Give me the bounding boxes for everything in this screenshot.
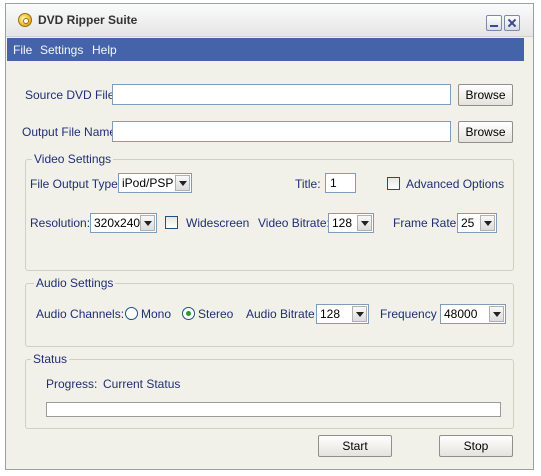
audio-bitrate-label: Audio Bitrate	[246, 307, 315, 321]
mono-radio[interactable]	[125, 307, 138, 320]
window-title: DVD Ripper Suite	[38, 13, 138, 27]
frequency-value: 48000	[444, 307, 478, 321]
video-bitrate-select[interactable]: 128	[328, 213, 374, 233]
audio-bitrate-value: 128	[320, 307, 341, 321]
video-bitrate-label: Video Bitrate:	[258, 216, 330, 230]
chevron-down-icon[interactable]	[489, 306, 504, 322]
chevron-down-icon[interactable]	[140, 215, 155, 231]
frame-rate-label: Frame Rate:	[393, 216, 460, 230]
start-button[interactable]: Start	[318, 435, 392, 457]
progress-label: Progress:	[46, 377, 98, 391]
app-window: DVD Ripper Suite File Settings Help Sour…	[5, 3, 534, 470]
output-type-label: File Output Type	[30, 177, 118, 191]
output-browse-button[interactable]: Browse	[458, 121, 513, 143]
stereo-label: Stereo	[198, 307, 234, 321]
chevron-down-icon[interactable]	[175, 175, 190, 191]
output-file-input[interactable]	[112, 121, 451, 142]
video-bitrate-value: 128	[332, 216, 353, 230]
chevron-down-icon[interactable]	[352, 306, 367, 322]
status-heading: Status	[31, 352, 70, 366]
title-bar[interactable]: DVD Ripper Suite	[6, 4, 533, 37]
stereo-radio[interactable]	[182, 307, 195, 320]
dvd-disc-icon	[18, 13, 32, 27]
output-type-value: iPod/PSP	[122, 176, 174, 190]
widescreen-checkbox[interactable]	[165, 216, 178, 229]
source-browse-button[interactable]: Browse	[458, 84, 513, 106]
menu-file[interactable]: File	[13, 43, 32, 57]
frequency-select[interactable]: 48000	[440, 304, 506, 324]
resolution-select[interactable]: 320x240	[90, 213, 157, 233]
title-number-input[interactable]: 1	[325, 173, 356, 193]
advanced-options-label: Advanced Options	[406, 177, 505, 191]
video-settings-heading: Video Settings	[32, 152, 114, 166]
output-type-select[interactable]: iPod/PSP	[118, 173, 192, 193]
source-dvd-label: Source DVD File	[25, 88, 115, 102]
frame-rate-select[interactable]: 25	[457, 213, 497, 233]
minimize-button[interactable]	[486, 15, 502, 31]
menu-help[interactable]: Help	[92, 43, 117, 57]
stop-button[interactable]: Stop	[439, 435, 513, 457]
source-dvd-input[interactable]	[112, 84, 451, 105]
menu-settings[interactable]: Settings	[40, 43, 83, 57]
frame-rate-value: 25	[461, 216, 475, 230]
progress-bar	[46, 402, 501, 417]
chevron-down-icon[interactable]	[357, 215, 372, 231]
status-group	[25, 359, 514, 429]
audio-bitrate-select[interactable]: 128	[316, 304, 369, 324]
title-label: Title:	[295, 177, 321, 191]
frequency-label: Frequency	[380, 307, 437, 321]
current-status-text: Current Status	[103, 377, 181, 391]
resolution-value: 320x240	[94, 216, 141, 230]
mono-label: Mono	[141, 307, 172, 321]
widescreen-label: Widescreen	[186, 216, 250, 230]
chevron-down-icon[interactable]	[480, 215, 495, 231]
close-button[interactable]	[504, 15, 520, 31]
audio-settings-heading: Audio Settings	[34, 276, 116, 290]
menu-bar: File Settings Help	[7, 38, 524, 61]
resolution-label: Resolution:	[30, 216, 91, 230]
audio-channels-label: Audio Channels:	[36, 307, 125, 321]
advanced-options-checkbox[interactable]	[387, 177, 400, 190]
output-file-label: Output File Name:	[22, 125, 120, 139]
